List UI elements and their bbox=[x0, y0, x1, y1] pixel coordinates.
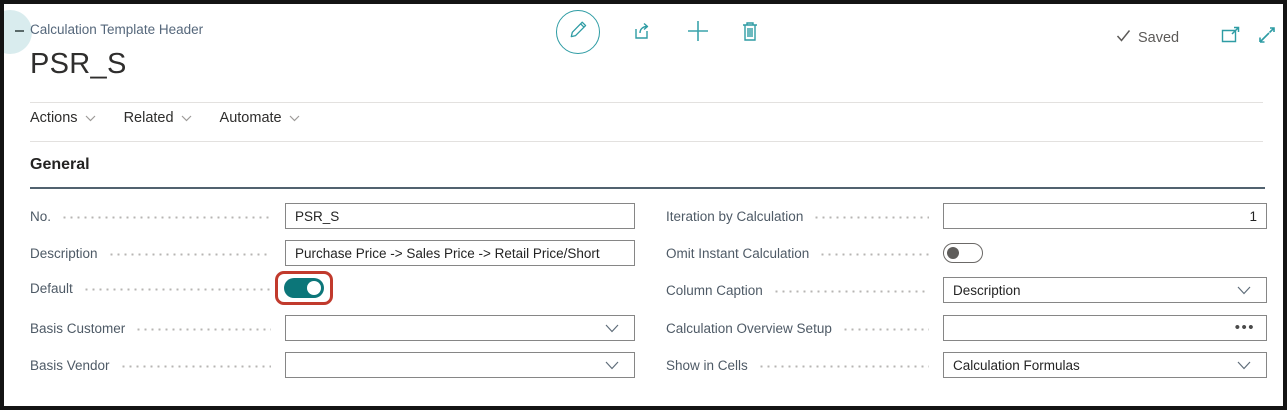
menu-related-label: Related bbox=[124, 110, 174, 126]
field-label-show-in-cells: Show in Cells bbox=[666, 358, 748, 373]
pencil-icon bbox=[569, 20, 588, 44]
dotted-leader bbox=[773, 290, 929, 293]
omit-instant-toggle[interactable] bbox=[943, 243, 983, 263]
share-icon bbox=[632, 20, 654, 47]
dotted-leader bbox=[61, 216, 271, 219]
open-in-new-window-icon bbox=[1221, 26, 1242, 49]
field-row-omit-instant: Omit Instant Calculation bbox=[666, 239, 1267, 267]
toggle-knob bbox=[307, 281, 321, 295]
field-label-default: Default bbox=[30, 281, 73, 296]
field-row-iteration: Iteration by Calculation bbox=[666, 202, 1267, 230]
basis-customer-dropdown[interactable] bbox=[285, 315, 635, 341]
calculation-template-header-page: Calculation Template Header PSR_S Saved bbox=[0, 0, 1287, 410]
new-button[interactable] bbox=[686, 19, 710, 48]
dotted-leader bbox=[108, 253, 271, 256]
back-arrow-icon bbox=[15, 30, 24, 32]
trash-icon bbox=[740, 20, 760, 47]
chevron-down-icon bbox=[605, 321, 625, 336]
actionbar-divider bbox=[30, 141, 1263, 142]
dotted-leader bbox=[758, 365, 929, 368]
field-label-basis-vendor: Basis Vendor bbox=[30, 358, 110, 373]
toggle-knob bbox=[947, 247, 959, 259]
checkmark-icon bbox=[1116, 29, 1131, 46]
menu-actions[interactable]: Actions bbox=[30, 110, 96, 126]
saved-label: Saved bbox=[1138, 30, 1179, 46]
edit-button[interactable] bbox=[556, 10, 600, 54]
page-caption: Calculation Template Header bbox=[30, 22, 203, 37]
ellipsis-assist-icon[interactable]: ••• bbox=[1235, 323, 1255, 333]
field-row-basis-customer: Basis Customer bbox=[30, 314, 635, 342]
field-row-description: Description bbox=[30, 239, 635, 267]
section-title-general[interactable]: General bbox=[30, 156, 90, 174]
menu-automate-label: Automate bbox=[220, 110, 282, 126]
dotted-leader bbox=[83, 288, 271, 291]
column-caption-dropdown[interactable]: Description bbox=[943, 277, 1267, 303]
save-status: Saved bbox=[1116, 29, 1179, 46]
iteration-input[interactable] bbox=[943, 203, 1267, 229]
show-in-cells-value: Calculation Formulas bbox=[953, 358, 1080, 373]
dotted-leader bbox=[120, 365, 271, 368]
chevron-down-icon bbox=[1237, 358, 1257, 373]
header-divider bbox=[30, 102, 1263, 103]
dotted-leader bbox=[813, 216, 929, 219]
field-label-description: Description bbox=[30, 246, 98, 261]
field-label-column-caption: Column Caption bbox=[666, 283, 763, 298]
field-label-calc-overview-setup: Calculation Overview Setup bbox=[666, 321, 832, 336]
chevron-down-icon bbox=[605, 358, 625, 373]
column-caption-value: Description bbox=[953, 283, 1021, 298]
field-row-calc-overview-setup: Calculation Overview Setup ••• bbox=[666, 314, 1267, 342]
chevron-down-icon bbox=[85, 110, 96, 126]
description-input[interactable] bbox=[285, 240, 635, 266]
field-label-omit-instant: Omit Instant Calculation bbox=[666, 246, 809, 261]
focus-mode-button[interactable] bbox=[1257, 26, 1276, 50]
no-input[interactable] bbox=[285, 203, 635, 229]
delete-button[interactable] bbox=[740, 20, 760, 47]
highlight-annotation-box bbox=[275, 271, 333, 305]
chevron-down-icon bbox=[181, 110, 192, 126]
action-bar: Actions Related Automate bbox=[30, 110, 300, 126]
menu-automate[interactable]: Automate bbox=[220, 110, 300, 126]
field-label-no: No. bbox=[30, 209, 51, 224]
dotted-leader bbox=[842, 328, 929, 331]
share-button[interactable] bbox=[632, 20, 654, 47]
field-row-show-in-cells: Show in Cells Calculation Formulas bbox=[666, 351, 1267, 379]
back-button[interactable] bbox=[0, 10, 32, 54]
section-underline bbox=[30, 187, 1265, 189]
field-row-default: Default bbox=[30, 274, 635, 302]
menu-actions-label: Actions bbox=[30, 110, 78, 126]
expand-arrow-icon bbox=[1257, 26, 1276, 50]
page-title: PSR_S bbox=[30, 48, 127, 81]
dotted-leader bbox=[819, 253, 929, 256]
plus-icon bbox=[686, 19, 710, 48]
open-in-new-window-button[interactable] bbox=[1221, 26, 1242, 49]
calc-overview-setup-field[interactable]: ••• bbox=[943, 315, 1267, 341]
basis-vendor-dropdown[interactable] bbox=[285, 352, 635, 378]
default-toggle[interactable] bbox=[284, 278, 324, 298]
field-label-basis-customer: Basis Customer bbox=[30, 321, 125, 336]
field-label-iteration: Iteration by Calculation bbox=[666, 209, 803, 224]
field-row-column-caption: Column Caption Description bbox=[666, 276, 1267, 304]
show-in-cells-dropdown[interactable]: Calculation Formulas bbox=[943, 352, 1267, 378]
chevron-down-icon bbox=[1237, 283, 1257, 298]
field-row-no: No. bbox=[30, 202, 635, 230]
field-row-basis-vendor: Basis Vendor bbox=[30, 351, 635, 379]
chevron-down-icon bbox=[289, 110, 300, 126]
dotted-leader bbox=[135, 328, 271, 331]
menu-related[interactable]: Related bbox=[124, 110, 192, 126]
